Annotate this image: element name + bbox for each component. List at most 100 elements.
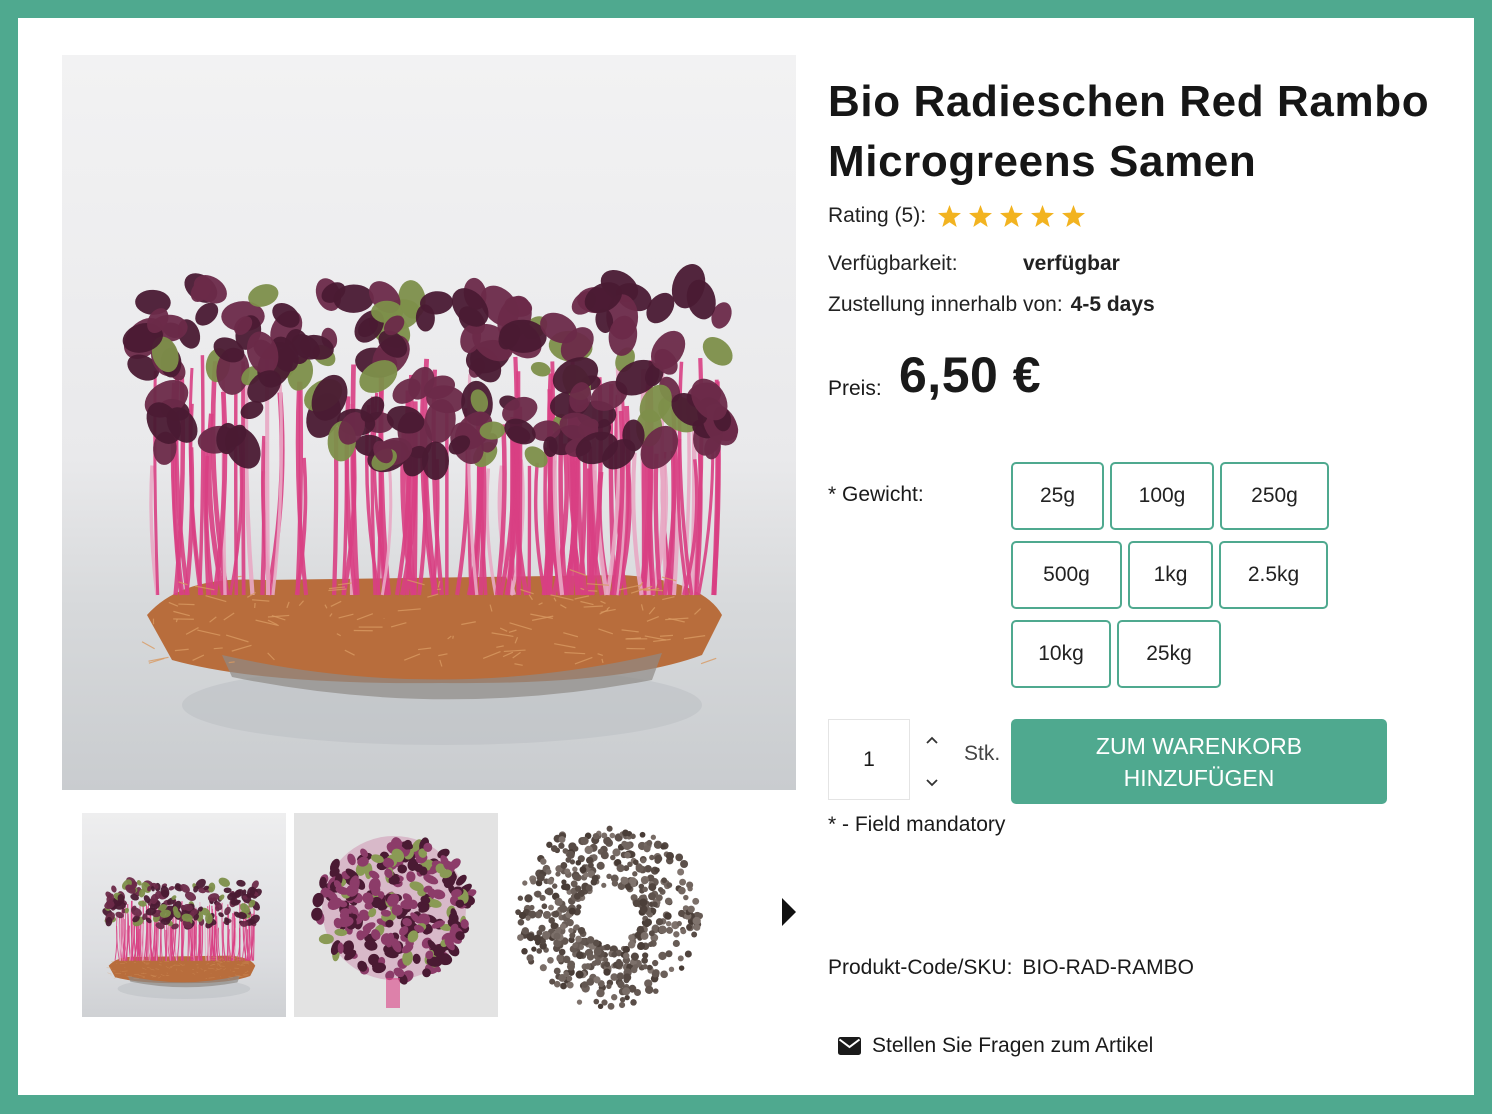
seed-shape [692, 897, 700, 905]
weight-option-500g[interactable]: 500g [1011, 541, 1122, 609]
seed-shape [591, 874, 599, 882]
quantity-decrease-button[interactable] [924, 774, 940, 790]
seed-shape [522, 880, 528, 886]
thumbnail-3[interactable] [506, 813, 710, 1017]
seed-shape [655, 918, 664, 926]
seed-shape [616, 960, 624, 968]
seed-shape [534, 890, 542, 898]
star-icon [1062, 205, 1086, 227]
seed-shape [541, 903, 548, 910]
seed-shape [668, 966, 675, 973]
seed-shape [652, 988, 659, 994]
seed-shape [547, 956, 554, 964]
seed-shape [665, 950, 673, 958]
seed-shape [591, 960, 598, 967]
delivery-label: Zustellung innerhalb von: [828, 293, 1063, 316]
seed-shape [553, 967, 561, 975]
seed-shape [593, 947, 602, 956]
caret-right-icon [782, 898, 796, 926]
seed-shape [575, 970, 584, 979]
seed-shape [517, 934, 524, 941]
seed-shape [623, 973, 632, 982]
availability-label: Verfügbarkeit: [828, 252, 958, 275]
thumbnail-1[interactable] [82, 813, 286, 1017]
seed-shape [568, 907, 576, 915]
seed-shape [665, 852, 675, 861]
seed-shape [603, 968, 611, 976]
fibre-shape [700, 657, 717, 665]
seed-shape [609, 832, 616, 839]
seed-shape [552, 910, 560, 918]
seed-shape [678, 886, 686, 895]
sku-row: Produkt-Code/SKU: BIO-RAD-RAMBO [828, 956, 1194, 980]
thumbnail-2[interactable] [294, 813, 498, 1017]
seed-shape [563, 971, 570, 978]
seed-shape [566, 919, 574, 927]
stem-shape [114, 925, 118, 961]
seed-shape [665, 920, 672, 927]
seeds-thumbnail [515, 825, 704, 1010]
weight-option-25g[interactable]: 25g [1011, 462, 1104, 530]
seed-shape [552, 883, 558, 889]
seed-shape [566, 962, 575, 971]
sku-label: Produkt-Code/SKU: [828, 956, 1013, 979]
seed-shape [540, 858, 547, 865]
seed-shape [574, 885, 582, 892]
seed-shape [632, 871, 638, 877]
gallery-next-button[interactable] [782, 898, 796, 926]
seed-shape [573, 892, 581, 900]
weight-option-2-5kg[interactable]: 2.5kg [1219, 541, 1328, 609]
microgreens-illustration [122, 264, 739, 745]
weight-option-1kg[interactable]: 1kg [1128, 541, 1213, 609]
seed-shape [558, 842, 565, 849]
stem-shape [200, 923, 204, 961]
seed-shape [624, 995, 630, 1001]
seed-shape [628, 934, 635, 941]
seed-shape [692, 916, 701, 926]
seed-shape [648, 883, 657, 892]
mandatory-note: * - Field mandatory [828, 813, 1006, 836]
quantity-increase-button[interactable] [924, 733, 940, 749]
seed-shape [632, 964, 639, 970]
leaf-shape [218, 877, 230, 887]
seed-shape [576, 951, 584, 960]
seed-shape [693, 924, 701, 931]
seed-shape [635, 864, 644, 873]
leaf-shape [421, 441, 449, 481]
leaf-shape [168, 886, 175, 891]
seed-shape [542, 930, 551, 940]
ask-question-link[interactable]: Stellen Sie Fragen zum Artikel [838, 1034, 1153, 1058]
seed-shape [606, 983, 612, 989]
seed-shape [651, 970, 659, 978]
seed-shape [616, 972, 625, 980]
seed-shape [536, 873, 545, 882]
seed-shape [607, 1002, 615, 1010]
seed-shape [691, 931, 698, 938]
seed-shape [576, 999, 583, 1005]
rating-label: Rating (5): [828, 204, 927, 227]
star-icon [938, 205, 962, 227]
fibre-shape [178, 603, 195, 606]
quantity-unit: Stk. [964, 742, 1001, 765]
seed-shape [634, 931, 642, 939]
seed-shape [572, 942, 579, 949]
microgreens-illustration [102, 877, 262, 999]
weight-option-250g[interactable]: 250g [1220, 462, 1329, 530]
seed-shape [586, 936, 595, 944]
seed-shape [548, 904, 554, 911]
seed-shape [585, 884, 593, 892]
seed-shape [684, 950, 692, 958]
seed-shape [630, 833, 636, 840]
seed-shape [648, 892, 656, 901]
seed-shape [538, 924, 546, 932]
weight-option-25kg[interactable]: 25kg [1117, 620, 1221, 688]
seed-shape [646, 839, 653, 846]
seed-shape [584, 845, 593, 855]
quantity-input[interactable]: 1 [828, 719, 910, 800]
add-to-cart-button[interactable]: ZUM WARENKORB HINZUFÜGEN [1011, 719, 1387, 804]
main-product-image[interactable] [62, 55, 796, 790]
weight-option-100g[interactable]: 100g [1110, 462, 1214, 530]
weight-option-10kg[interactable]: 10kg [1011, 620, 1111, 688]
stem-shape [160, 925, 163, 961]
seed-shape [606, 825, 613, 832]
